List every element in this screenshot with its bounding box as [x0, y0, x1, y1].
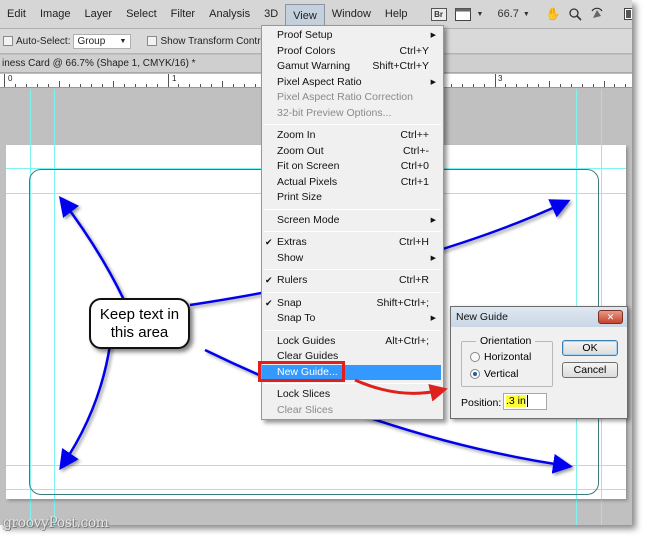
menu-item-label: Zoom In: [277, 129, 316, 141]
menu-item-actual-pixels[interactable]: Actual Pixels Ctrl+1: [262, 175, 443, 191]
menu-item-shortcut: Ctrl+R: [398, 274, 429, 286]
menu-item-label: Proof Setup: [277, 29, 333, 41]
cancel-button[interactable]: Cancel: [562, 362, 618, 378]
menu-item-shortcut: Shift+Ctrl+;: [376, 296, 429, 309]
menu-item-zoom-out[interactable]: Zoom Out Ctrl+-: [262, 144, 443, 160]
menu-item-print-size[interactable]: Print Size: [262, 190, 443, 206]
submenu-arrow-icon: ▶: [430, 32, 436, 39]
position-input[interactable]: .3 in: [503, 393, 547, 410]
menu-item-snap[interactable]: ✔ Snap Shift+Ctrl+;: [262, 296, 443, 312]
menu-item-shortcut: Shift+Ctrl+Y: [372, 60, 429, 72]
horizontal-label: Horizontal: [484, 351, 532, 363]
menu-item-pixel-aspect-ratio[interactable]: Pixel Aspect Ratio ▶: [262, 75, 443, 91]
text-cursor: [526, 395, 528, 407]
callout-line-1: Keep text in: [99, 306, 180, 323]
menu-item-label: Proof Colors: [277, 44, 336, 57]
menu-item-shortcut: Ctrl+0: [400, 160, 429, 172]
menu-item-label: Zoom Out: [277, 144, 324, 157]
menu-separator: [264, 269, 441, 270]
menu-item-label: Gamut Warning: [277, 60, 351, 72]
position-value: .3 in: [506, 395, 526, 407]
menu-separator: [264, 231, 441, 232]
menu-item-lock-guides[interactable]: Lock Guides Alt+Ctrl+;: [262, 334, 443, 350]
menu-item-shortcut: Ctrl++: [400, 129, 429, 141]
callout-line-2: this area: [110, 324, 169, 341]
menu-item-shortcut: Ctrl+-: [403, 144, 429, 157]
menu-item-pixel-aspect-ratio-correction: Pixel Aspect Ratio Correction: [262, 90, 443, 106]
vertical-label: Vertical: [484, 368, 519, 380]
menu-item-label: Snap: [277, 296, 302, 309]
menu-item-label: Screen Mode: [277, 213, 340, 226]
menu-item-label: Actual Pixels: [277, 175, 338, 188]
new-guide-dialog: New Guide ✕ Orientation Horizontal Verti…: [450, 306, 628, 419]
annotation-highlight-box: [258, 361, 345, 382]
position-label: Position:: [461, 397, 502, 409]
ok-button[interactable]: OK: [562, 340, 618, 356]
menu-item-zoom-in[interactable]: Zoom In Ctrl++: [262, 128, 443, 144]
menu-item-rulers[interactable]: ✔ Rulers Ctrl+R: [262, 273, 443, 289]
menu-item-label: Fit on Screen: [277, 160, 340, 172]
orientation-group: Orientation Horizontal Vertical: [461, 335, 553, 387]
menu-separator: [264, 208, 441, 210]
checkmark-icon: ✔: [265, 297, 273, 308]
arrow-bottom-left: [59, 344, 112, 471]
menu-item-label: Lock Slices: [277, 388, 331, 400]
menu-item-label: Pixel Aspect Ratio Correction: [277, 91, 413, 103]
horizontal-radio[interactable]: [470, 352, 480, 362]
horizontal-radio-option[interactable]: Horizontal: [470, 351, 531, 363]
menu-item-label: Rulers: [277, 274, 308, 286]
menu-item-gamut-warning[interactable]: Gamut Warning Shift+Ctrl+Y: [262, 59, 443, 75]
menu-item-snap-to[interactable]: Snap To ▶: [262, 311, 443, 327]
menu-separator: [264, 383, 441, 384]
submenu-arrow-icon: ▶: [430, 315, 436, 322]
menu-item-show[interactable]: Show ▶: [262, 251, 443, 267]
menu-item-label: 32-bit Preview Options...: [277, 106, 392, 119]
vertical-radio-option[interactable]: Vertical: [470, 368, 518, 380]
menu-separator: [264, 329, 441, 331]
menu-item-clear-slices: Clear Slices: [262, 403, 443, 419]
menu-item-proof-setup[interactable]: Proof Setup ▶: [262, 28, 443, 44]
menu-item-shortcut: Alt+Ctrl+;: [385, 334, 429, 347]
submenu-arrow-icon: ▶: [430, 216, 436, 224]
menu-separator: [264, 124, 441, 125]
menu-item-shortcut: Ctrl+H: [398, 236, 429, 248]
menu-item-shortcut: Ctrl+1: [400, 175, 429, 188]
close-icon[interactable]: ✕: [598, 310, 623, 324]
menu-item-extras[interactable]: ✔ Extras Ctrl+H: [262, 235, 443, 251]
menu-item-label: Show: [277, 251, 304, 264]
checkmark-icon: ✔: [265, 237, 273, 247]
menu-item-label: Print Size: [277, 191, 322, 203]
menu-separator: [264, 291, 441, 293]
checkmark-icon: ✔: [265, 275, 273, 285]
submenu-arrow-icon: ▶: [430, 254, 436, 262]
menu-item-32-bit-preview-options: 32-bit Preview Options...: [262, 106, 443, 122]
callout-text-box[interactable]: Keep text in this area: [89, 298, 190, 349]
menu-item-lock-slices[interactable]: Lock Slices: [262, 387, 443, 403]
submenu-arrow-icon: ▶: [430, 78, 436, 86]
menu-item-label: Pixel Aspect Ratio: [277, 75, 362, 88]
menu-item-proof-colors[interactable]: Proof Colors Ctrl+Y: [262, 44, 443, 60]
orientation-label: Orientation: [476, 335, 536, 347]
menu-item-screen-mode[interactable]: Screen Mode ▶: [262, 213, 443, 229]
watermark: groovyPost.com: [3, 515, 109, 531]
menu-item-shortcut: Ctrl+Y: [399, 44, 429, 57]
menu-item-label: Extras: [277, 236, 307, 248]
dialog-title-bar[interactable]: New Guide ✕: [451, 307, 627, 327]
vertical-radio[interactable]: [470, 369, 480, 379]
menu-item-fit-on-screen[interactable]: Fit on Screen Ctrl+0: [262, 159, 443, 175]
arrow-top-left: [58, 196, 126, 301]
photoshop-window: Edit Image Layer Select Filter Analysis …: [0, 0, 632, 525]
menu-item-label: Lock Guides: [277, 334, 336, 347]
menu-item-label: Snap To: [277, 312, 316, 324]
menu-item-label: Clear Slices: [277, 403, 334, 416]
dialog-title: New Guide: [456, 311, 508, 323]
